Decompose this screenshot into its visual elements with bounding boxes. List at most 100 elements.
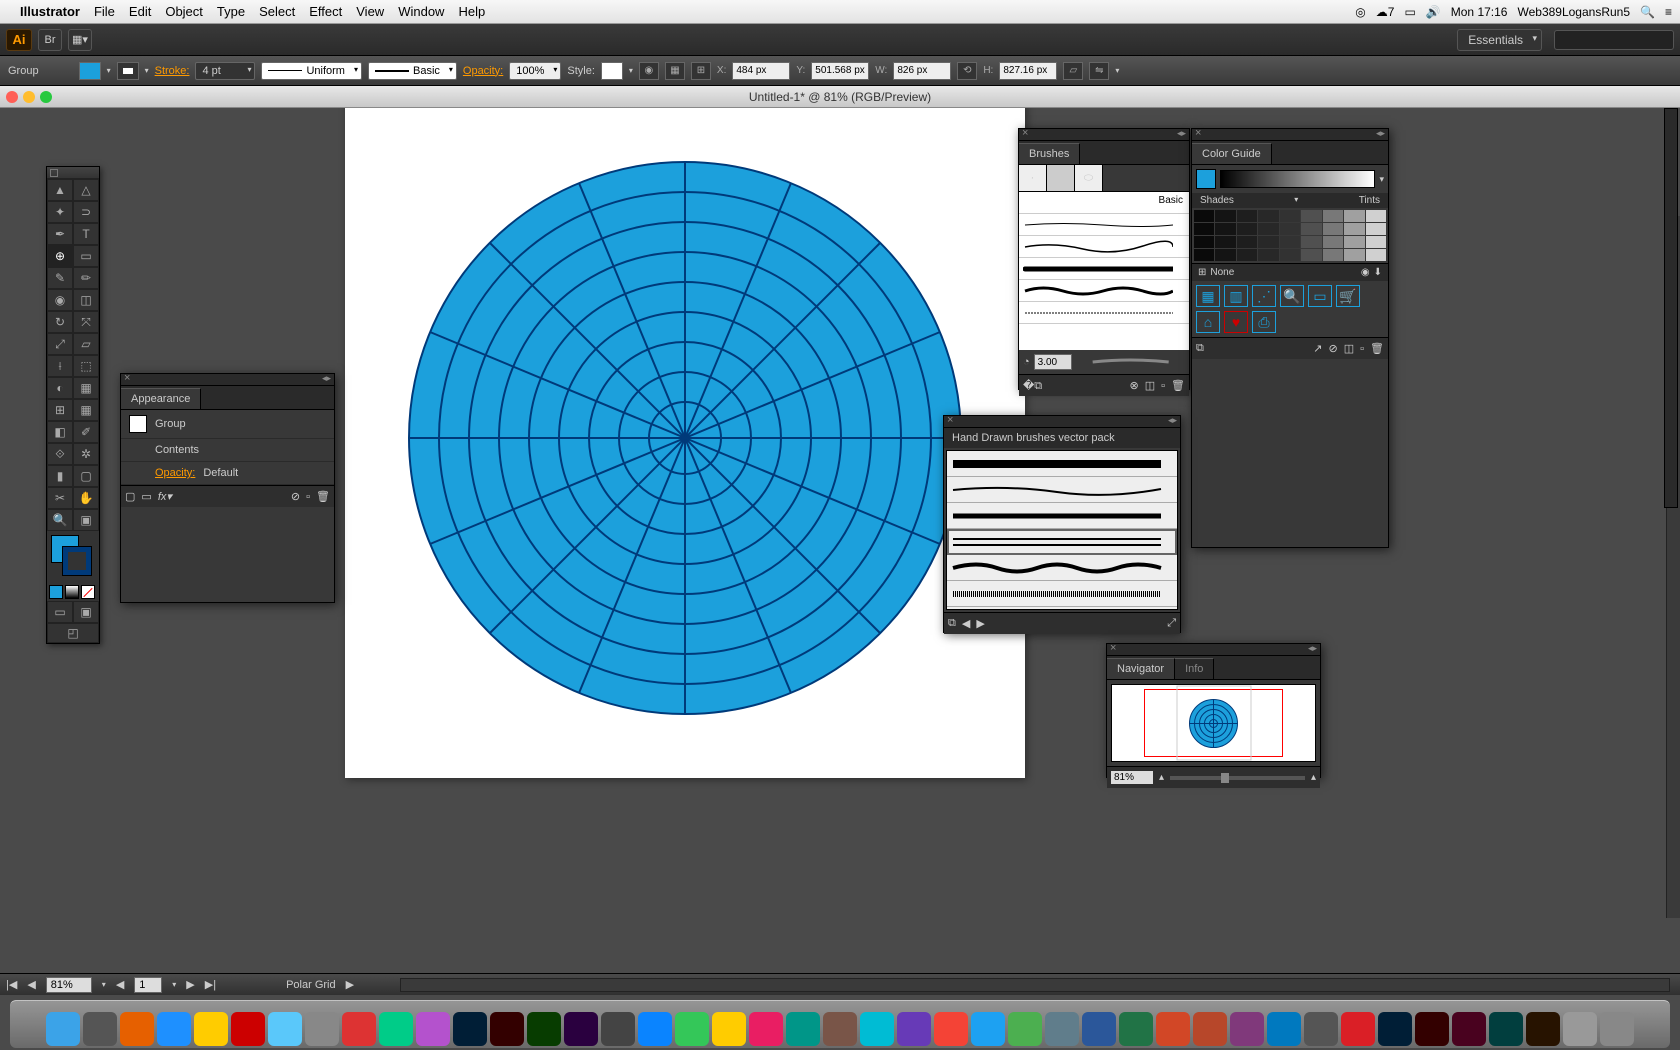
new-art-toggle-icon[interactable]: ▢ (125, 490, 135, 503)
align-icon[interactable]: ▦ (665, 62, 685, 80)
brush-width-input[interactable] (1034, 354, 1072, 370)
artboard-prev-icon[interactable]: ◀ (116, 978, 124, 991)
color-mode-color[interactable] (49, 585, 63, 599)
menu-list-icon[interactable]: ≡ (1665, 5, 1672, 19)
dock-app-world[interactable] (1119, 1012, 1153, 1046)
y-input[interactable] (811, 62, 869, 80)
navigator-zoom-value[interactable]: 81% (1111, 771, 1153, 784)
brush-options-icon[interactable]: ◫ (1145, 379, 1155, 392)
display-icon[interactable]: ▭ (1404, 5, 1415, 19)
symbol-sprayer-tool[interactable]: ✲ (73, 443, 99, 465)
stroke-swatch[interactable] (117, 62, 139, 80)
dock-app-ai[interactable] (1415, 1012, 1449, 1046)
cg-base-color[interactable] (1196, 169, 1216, 189)
brushes-panel-header[interactable] (1019, 129, 1189, 141)
w-input[interactable] (893, 62, 951, 80)
dock-app-powerpoint[interactable] (1193, 1012, 1227, 1046)
spotlight-icon[interactable]: 🔍 (1640, 5, 1655, 19)
appearance-panel-header[interactable] (121, 374, 334, 386)
dock-app-appstore[interactable] (638, 1012, 672, 1046)
dock-app-finder[interactable] (46, 1012, 80, 1046)
dock-app-trash[interactable] (1600, 1012, 1634, 1046)
delete-icon[interactable]: 🗑 (316, 490, 330, 503)
arrange-docs-button[interactable]: ▦▾ (68, 29, 92, 51)
x-input[interactable] (732, 62, 790, 80)
break-link-icon[interactable]: ⊘ (1329, 342, 1338, 355)
dock-app-photoshop[interactable] (453, 1012, 487, 1046)
dock-app-scan[interactable] (1304, 1012, 1338, 1046)
search-input[interactable] (1554, 30, 1674, 50)
new-brush-icon[interactable]: ▫ (1161, 380, 1165, 392)
dock-app-dreamweaver[interactable] (527, 1012, 561, 1046)
dock-app-snow[interactable] (860, 1012, 894, 1046)
navigator-panel-header[interactable] (1107, 644, 1320, 656)
menu-type[interactable]: Type (217, 4, 245, 19)
symbol-print-icon[interactable]: ⎙ (1252, 311, 1276, 333)
screen-mode-full[interactable]: ▣ (73, 601, 99, 623)
horizontal-scrollbar[interactable] (400, 978, 1670, 992)
type-tool[interactable]: T (73, 223, 99, 245)
dock-app-ms[interactable] (1082, 1012, 1116, 1046)
menu-object[interactable]: Object (165, 4, 203, 19)
hd-brush-item-selected[interactable] (947, 529, 1177, 555)
hd-libraries-icon[interactable]: ⧉ (948, 617, 956, 630)
cloud-icon[interactable]: ☁7 (1376, 5, 1395, 19)
delete-brush-icon[interactable]: 🗑 (1171, 379, 1185, 392)
dock-app-folder[interactable] (1045, 1012, 1079, 1046)
menu-window[interactable]: Window (398, 4, 444, 19)
dock-app-search[interactable] (305, 1012, 339, 1046)
clock[interactable]: Mon 17:16 (1451, 5, 1508, 19)
zoom-in-icon[interactable]: ▴ (1311, 772, 1316, 783)
zoom-tool[interactable]: 🔍 (47, 509, 73, 531)
dock-app-lr[interactable] (1489, 1012, 1523, 1046)
symbol-options-icon[interactable]: ◫ (1344, 342, 1354, 355)
brush-dot-med[interactable]: ● (1047, 165, 1075, 191)
hd-brush-item[interactable] (947, 477, 1177, 503)
polar-grid-artwork[interactable] (405, 158, 965, 718)
artboard-nav-prev-icon[interactable]: ◀ (27, 978, 35, 991)
brushes-tab[interactable]: Brushes (1019, 143, 1080, 164)
artboard-tool[interactable]: ▢ (73, 465, 99, 487)
column-graph-tool[interactable]: ▮ (47, 465, 73, 487)
cg-swatch-grid[interactable] (1192, 208, 1388, 263)
brush-item[interactable] (1019, 302, 1189, 324)
brush-dropdown[interactable]: Basic (368, 62, 457, 80)
brush-item[interactable] (1019, 236, 1189, 258)
navigator-tab[interactable]: Navigator (1107, 658, 1175, 679)
hd-next-icon[interactable]: ▶ (976, 617, 984, 630)
artboard-last-icon[interactable]: ▶| (205, 978, 216, 991)
rectangle-tool[interactable]: ▭ (73, 245, 99, 267)
dock-app-box[interactable] (1563, 1012, 1597, 1046)
dock-app-weather[interactable] (712, 1012, 746, 1046)
artboard-nav-first-icon[interactable]: |◀ (6, 978, 17, 991)
opacity-dropdown[interactable]: 100% (509, 62, 561, 80)
shear-tool[interactable]: ▱ (73, 333, 99, 355)
dock-app-dashboard[interactable] (83, 1012, 117, 1046)
cg-harmony-strip[interactable] (1220, 170, 1375, 188)
artboard-number[interactable]: 1 (134, 977, 162, 993)
menu-effect[interactable]: Effect (309, 4, 342, 19)
scale-tool[interactable]: ⤢ (47, 333, 73, 355)
hd-brush-item[interactable] (947, 581, 1177, 607)
width-tool[interactable]: ⟊ (47, 355, 73, 377)
navigator-zoom-slider[interactable] (1170, 776, 1305, 780)
hd-brush-item[interactable] (947, 503, 1177, 529)
stroke-profile-dropdown[interactable]: Uniform (261, 62, 362, 80)
user-name[interactable]: Web389LogansRun5 (1517, 5, 1630, 19)
dock-app-excel[interactable] (1156, 1012, 1190, 1046)
paintbrush-tool[interactable]: ✎ (47, 267, 73, 289)
right-dock-collapsed[interactable] (1664, 108, 1678, 508)
volume-icon[interactable]: 🔊 (1426, 5, 1441, 19)
dock-app-speed[interactable] (786, 1012, 820, 1046)
dock-app-camera[interactable] (601, 1012, 635, 1046)
brush-basic[interactable]: Basic (1019, 192, 1189, 214)
workspace-dropdown[interactable]: Essentials (1457, 29, 1542, 51)
hand-tool[interactable]: ✋ (73, 487, 99, 509)
hand-drawn-panel-header[interactable] (944, 416, 1180, 428)
fill-stroke-indicator[interactable] (49, 533, 97, 581)
brush-item[interactable] (1019, 258, 1189, 280)
stroke-indicator[interactable] (63, 547, 91, 575)
dock-app-aftereffects[interactable] (564, 1012, 598, 1046)
dock-app-brush[interactable] (823, 1012, 857, 1046)
dock-app-ical[interactable] (342, 1012, 376, 1046)
